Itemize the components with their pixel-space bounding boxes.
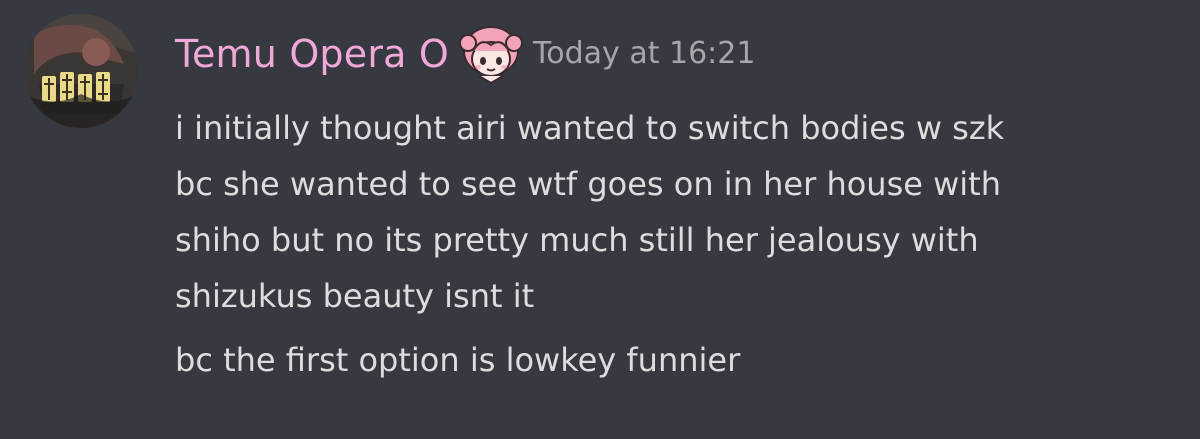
- message-line: shizukus beauty isnt it: [175, 277, 535, 315]
- message-header: Temu Opera O Today at 16:21: [175, 22, 755, 86]
- message-line: bc she wanted to see wtf goes on in her …: [175, 165, 1001, 203]
- chat-message: Temu Opera O Today at 16:21 i initially …: [0, 0, 1200, 439]
- user-avatar[interactable]: [24, 14, 138, 128]
- username[interactable]: Temu Opera O: [175, 22, 449, 86]
- message-line: bc the first option is lowkey funnier: [175, 341, 741, 379]
- manga-avatar-icon: [24, 14, 138, 128]
- pink-haired-chibi-icon[interactable]: [459, 23, 524, 85]
- message-line: shiho but no its pretty much still her j…: [175, 221, 979, 259]
- message-line: i initially thought airi wanted to switc…: [175, 109, 1005, 147]
- message-timestamp: Today at 16:21: [533, 36, 756, 71]
- message-content[interactable]: i initially thought airi wanted to switc…: [175, 100, 1185, 388]
